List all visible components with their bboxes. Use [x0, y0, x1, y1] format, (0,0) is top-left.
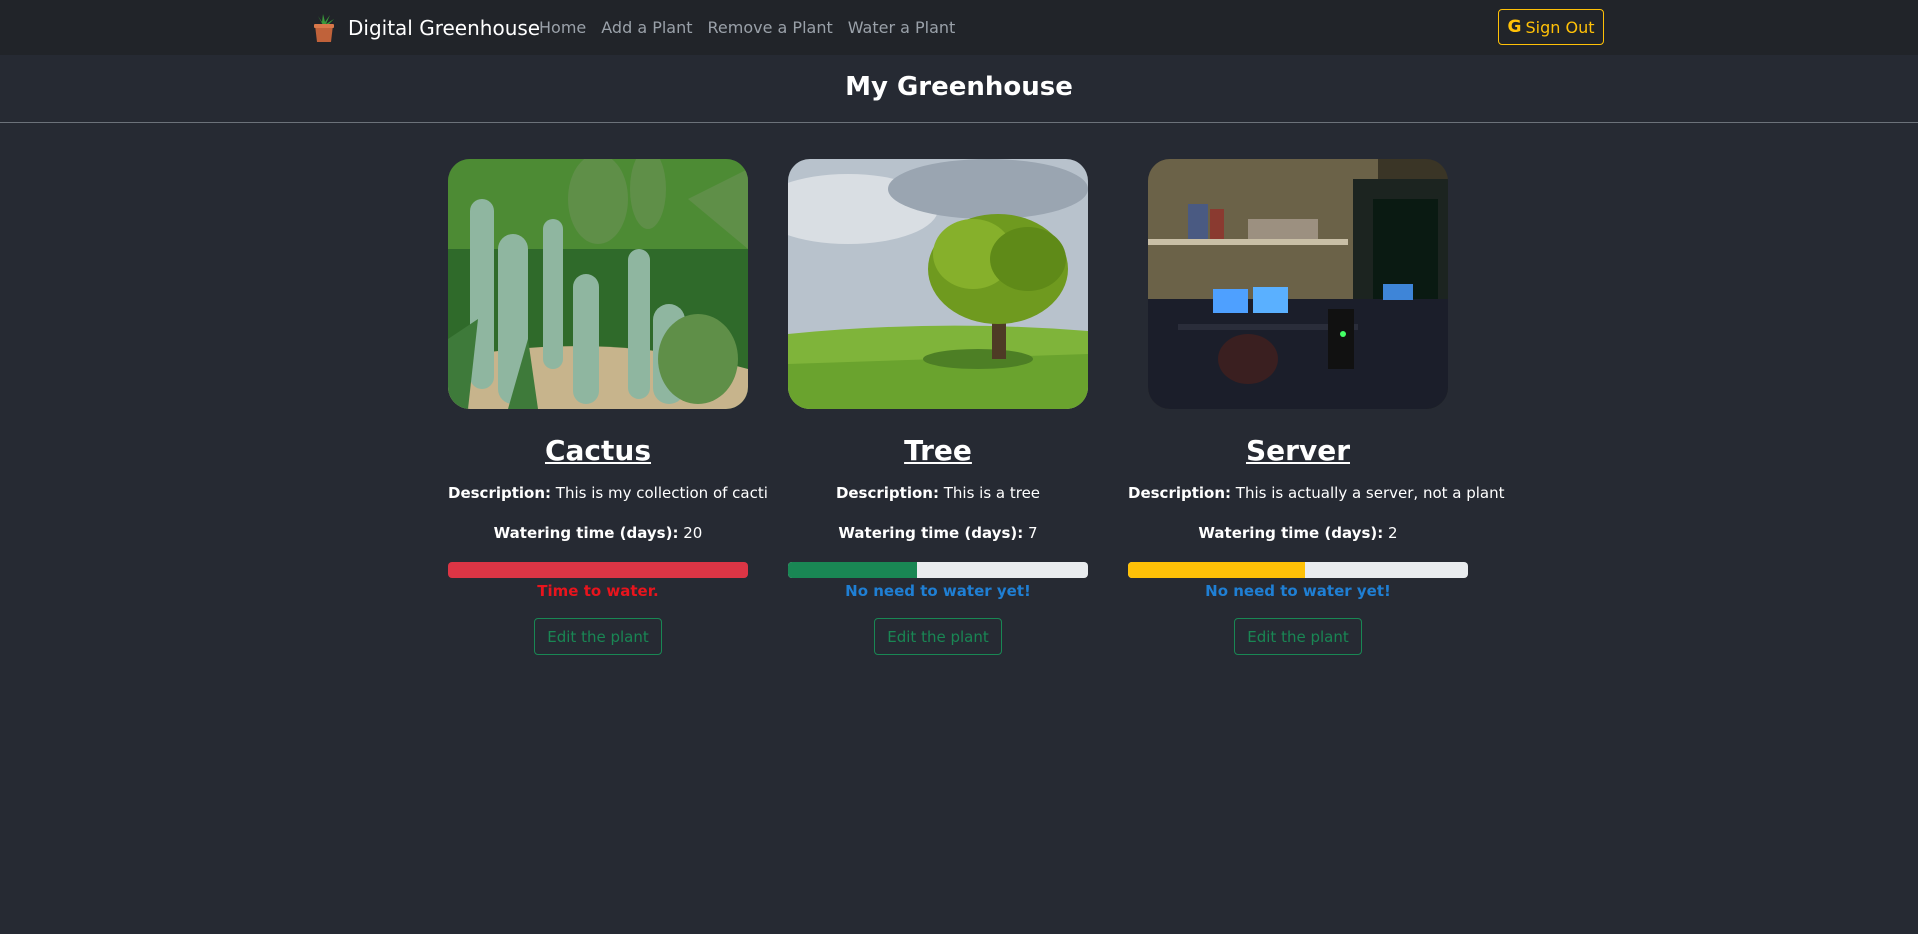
- description-value: This is actually a server, not a plant: [1235, 484, 1505, 502]
- watering-progress-bar: [788, 562, 1088, 578]
- nav-link-home[interactable]: Home: [539, 18, 586, 37]
- navbar: Digital Greenhouse Home Add a Plant Remo…: [0, 0, 1918, 55]
- nav-link-water-plant[interactable]: Water a Plant: [848, 18, 956, 37]
- potted-plant-icon: [314, 14, 334, 42]
- plant-image-cactus: [448, 159, 748, 409]
- watering-progress-fill: [1128, 562, 1305, 578]
- watering-status: No need to water yet!: [1205, 582, 1391, 600]
- plant-name[interactable]: Tree: [788, 434, 1088, 468]
- watering-value: 20: [683, 524, 703, 542]
- plant-card-server: Server Description: This is actually a s…: [1128, 159, 1505, 655]
- edit-plant-button[interactable]: Edit the plant: [534, 618, 662, 655]
- brand-name: Digital Greenhouse: [348, 16, 541, 40]
- plant-name[interactable]: Cactus: [448, 434, 748, 468]
- description-value: This is my collection of cacti: [555, 484, 768, 502]
- description-label: Description:: [448, 484, 552, 502]
- watering-progress-bar: [1128, 562, 1468, 578]
- description-value: This is a tree: [943, 484, 1041, 502]
- watering-progress-fill: [788, 562, 917, 578]
- nav-links: Home Add a Plant Remove a Plant Water a …: [539, 18, 955, 37]
- title-divider: [0, 122, 1918, 123]
- description-label: Description:: [1128, 484, 1232, 502]
- watering-status: Time to water.: [537, 582, 659, 600]
- watering-label: Watering time (days):: [493, 524, 679, 542]
- plant-description: Description: This is a tree: [788, 484, 1088, 502]
- plant-watering-time: Watering time (days): 20: [448, 524, 748, 542]
- plant-name[interactable]: Server: [1128, 434, 1468, 468]
- nav-link-add-plant[interactable]: Add a Plant: [601, 18, 692, 37]
- watering-value: 7: [1028, 524, 1038, 542]
- watering-progress-fill: [448, 562, 748, 578]
- page-title: My Greenhouse: [845, 72, 1073, 102]
- description-label: Description:: [835, 484, 939, 502]
- watering-value: 2: [1388, 524, 1398, 542]
- plant-card-cactus: Cactus Description: This is my collectio…: [448, 159, 768, 655]
- sign-out-label: Sign Out: [1525, 17, 1595, 37]
- plant-image-server: [1148, 159, 1448, 409]
- watering-label: Watering time (days):: [1198, 524, 1384, 542]
- plant-watering-time: Watering time (days): 7: [788, 524, 1088, 542]
- brand-link[interactable]: Digital Greenhouse: [310, 12, 540, 44]
- sign-out-button[interactable]: G Sign Out: [1498, 9, 1604, 45]
- edit-plant-button[interactable]: Edit the plant: [874, 618, 1002, 655]
- plant-description: Description: This is my collection of ca…: [448, 484, 768, 502]
- plant-description: Description: This is actually a server, …: [1128, 484, 1505, 502]
- plant-image-tree: [788, 159, 1088, 409]
- plant-card-tree: Tree Description: This is a tree Waterin…: [788, 159, 1088, 655]
- watering-status: No need to water yet!: [845, 582, 1031, 600]
- edit-plant-button[interactable]: Edit the plant: [1234, 618, 1362, 655]
- nav-link-remove-plant[interactable]: Remove a Plant: [708, 18, 833, 37]
- plant-watering-time: Watering time (days): 2: [1128, 524, 1468, 542]
- google-icon: G: [1507, 17, 1522, 37]
- watering-label: Watering time (days):: [838, 524, 1024, 542]
- watering-progress-bar: [448, 562, 748, 578]
